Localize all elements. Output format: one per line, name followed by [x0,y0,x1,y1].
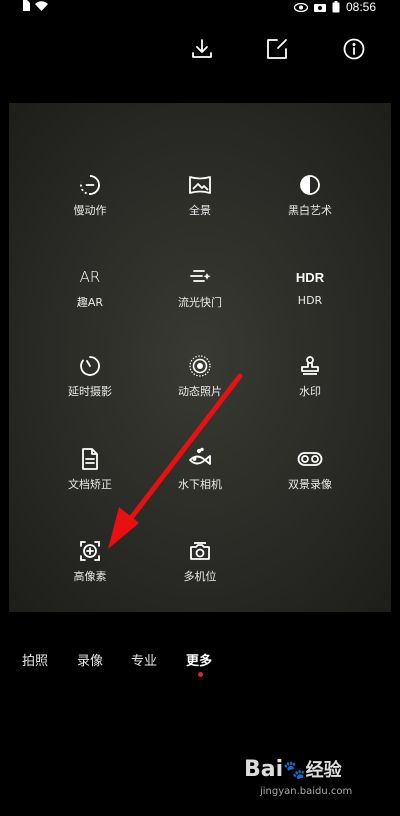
mode-label: 延时摄影 [68,385,112,398]
download-button[interactable] [189,36,215,62]
light-painting-icon [187,264,213,290]
mode-monochrome[interactable]: 黑白艺术 [255,172,365,232]
tab-more[interactable]: 更多 [186,650,212,669]
mode-panorama[interactable]: 全景 [145,172,255,232]
modes-panel: 慢动作 全景 黑白艺术 AR 趣AR 流光快门 HDR HDR 延时摄影 动态照… [9,103,391,612]
mode-label: 水印 [299,385,321,398]
modes-grid: 慢动作 全景 黑白艺术 AR 趣AR 流光快门 HDR HDR 延时摄影 动态照… [9,103,391,612]
panorama-icon [187,172,213,198]
mode-multi-camera[interactable]: 多机位 [145,538,255,598]
tab-pro[interactable]: 专业 [131,650,157,669]
active-tab-indicator [198,672,203,677]
info-icon [343,38,365,60]
baidu-watermark: Bai🐾经验 jingyan.baidu.com [236,754,386,804]
status-time: 08:56 [345,0,376,14]
mode-label: 多机位 [183,570,217,583]
camera-status-icon [313,4,326,12]
document-icon [77,446,103,472]
dual-view-icon [297,446,323,472]
top-toolbar [0,36,400,66]
mode-label: 水下相机 [178,478,222,491]
edit-icon [267,39,287,59]
status-bar: 08:56 [0,0,400,14]
wifi-icon [35,0,48,11]
hdr-icon: HDR [295,269,325,285]
ar-icon: AR [79,268,101,286]
mode-watermark[interactable]: 水印 [255,353,365,413]
multi-camera-icon [187,538,213,564]
monochrome-icon [297,172,323,198]
battery-icon [332,1,340,13]
watermark-url: jingyan.baidu.com [260,786,353,797]
mode-label: 全景 [189,204,211,217]
tab-video[interactable]: 录像 [77,650,103,669]
mode-ar[interactable]: AR 趣AR [35,264,145,324]
edit-button[interactable] [264,36,290,62]
mode-slow-motion[interactable]: 慢动作 [35,172,145,232]
mode-label: 动态照片 [178,385,222,398]
watermark-brand: Bai🐾经验 [244,757,342,782]
status-left [22,0,48,11]
high-resolution-icon [77,538,103,564]
status-right: 08:56 [293,0,376,14]
mode-label: 流光快门 [178,296,222,309]
mode-underwater[interactable]: 水下相机 [145,446,255,506]
mode-high-resolution[interactable]: 高像素 [35,538,145,598]
mode-label: HDR [297,294,323,307]
moving-picture-icon [187,353,213,379]
tab-photo[interactable]: 拍照 [22,650,48,669]
download-icon [192,39,212,58]
mode-hdr[interactable]: HDR HDR [255,264,365,324]
mode-label: 双景录像 [288,478,332,491]
mode-label: 慢动作 [73,204,107,217]
underwater-fish-icon [187,446,213,472]
mode-moving-picture[interactable]: 动态照片 [145,353,255,413]
mode-label: 趣AR [76,296,104,309]
mode-label: 黑白艺术 [288,204,332,217]
info-button[interactable] [341,36,367,62]
paw-icon: 🐾 [283,760,306,781]
time-lapse-icon [77,353,103,379]
sim-card-icon [23,0,30,11]
slow-motion-icon [77,172,103,198]
mode-label: 文档矫正 [68,478,112,491]
mode-dual-view[interactable]: 双景录像 [255,446,365,506]
eye-icon [293,2,308,12]
mode-time-lapse[interactable]: 延时摄影 [35,353,145,413]
mode-light-painting[interactable]: 流光快门 [145,264,255,324]
mode-document[interactable]: 文档矫正 [35,446,145,506]
mode-label: 高像素 [73,570,107,583]
watermark-stamp-icon [297,353,323,379]
